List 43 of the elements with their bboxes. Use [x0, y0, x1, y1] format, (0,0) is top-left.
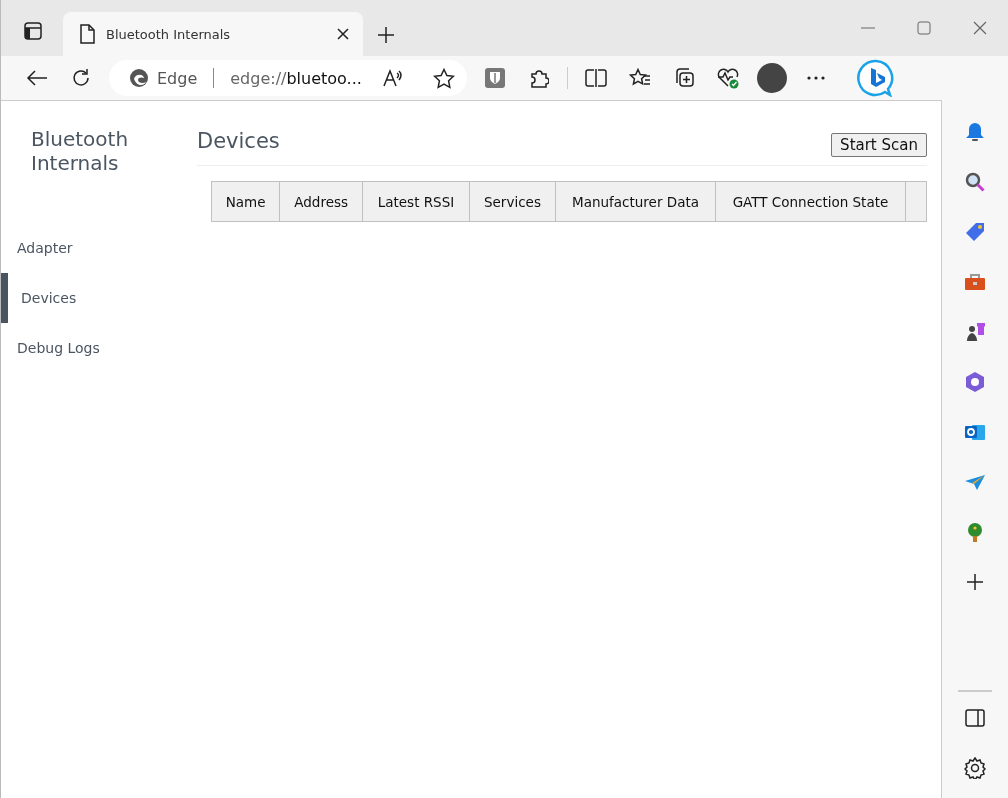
column-header: Name: [211, 181, 280, 222]
edge-logo-icon: [129, 68, 149, 88]
nav-item[interactable]: Debug Logs: [1, 323, 197, 373]
url-text: edge://bluetoo...: [230, 68, 363, 88]
address-bar[interactable]: Edge edge://bluetoo...: [109, 60, 467, 96]
column-header: Address: [279, 181, 363, 222]
extensions-icon: [529, 68, 549, 88]
column-header: GATT Connection State: [715, 181, 906, 222]
shield-extension-icon: [485, 68, 505, 88]
tab-close-icon: [337, 28, 349, 40]
tab-title: Bluetooth Internals: [106, 26, 232, 42]
start-scan-button[interactable]: Start Scan: [831, 133, 927, 157]
maximize-icon: [917, 21, 931, 35]
nav-item[interactable]: Devices: [1, 273, 197, 323]
site-label: Edge: [157, 68, 198, 88]
app-title: Bluetooth Internals: [31, 127, 130, 175]
new-tab-icon: [377, 26, 395, 44]
column-header: Services: [469, 181, 556, 222]
read-aloud-icon[interactable]: [383, 68, 403, 88]
profile-avatar[interactable]: [757, 63, 787, 93]
page-icon: [79, 24, 96, 44]
minimize-icon: [861, 27, 875, 29]
close-icon: [973, 21, 987, 35]
collections-icon: [673, 67, 695, 89]
nav-item[interactable]: Adapter: [1, 223, 197, 273]
favorites-icon: [629, 68, 651, 88]
tab-actions-icon[interactable]: [24, 22, 42, 40]
more-icon: [807, 76, 825, 80]
health-icon: [716, 67, 740, 89]
column-header: Manufacturer Data: [555, 181, 716, 222]
sidebar-toggle-icon: [965, 709, 985, 727]
bing-icon: [857, 59, 895, 97]
search-icon: [963, 170, 987, 194]
refresh-icon: [71, 68, 91, 88]
star-icon[interactable]: [433, 67, 455, 89]
split-screen-icon: [585, 69, 607, 87]
empty-column-header: [905, 181, 927, 222]
column-header: Latest RSSI: [362, 181, 470, 222]
hexagon-logo-icon: [963, 370, 987, 394]
page-heading: Devices: [197, 129, 280, 153]
settings-icon: [964, 757, 986, 779]
back-icon: [26, 69, 48, 87]
browser-tab[interactable]: Bluetooth Internals: [63, 12, 363, 56]
